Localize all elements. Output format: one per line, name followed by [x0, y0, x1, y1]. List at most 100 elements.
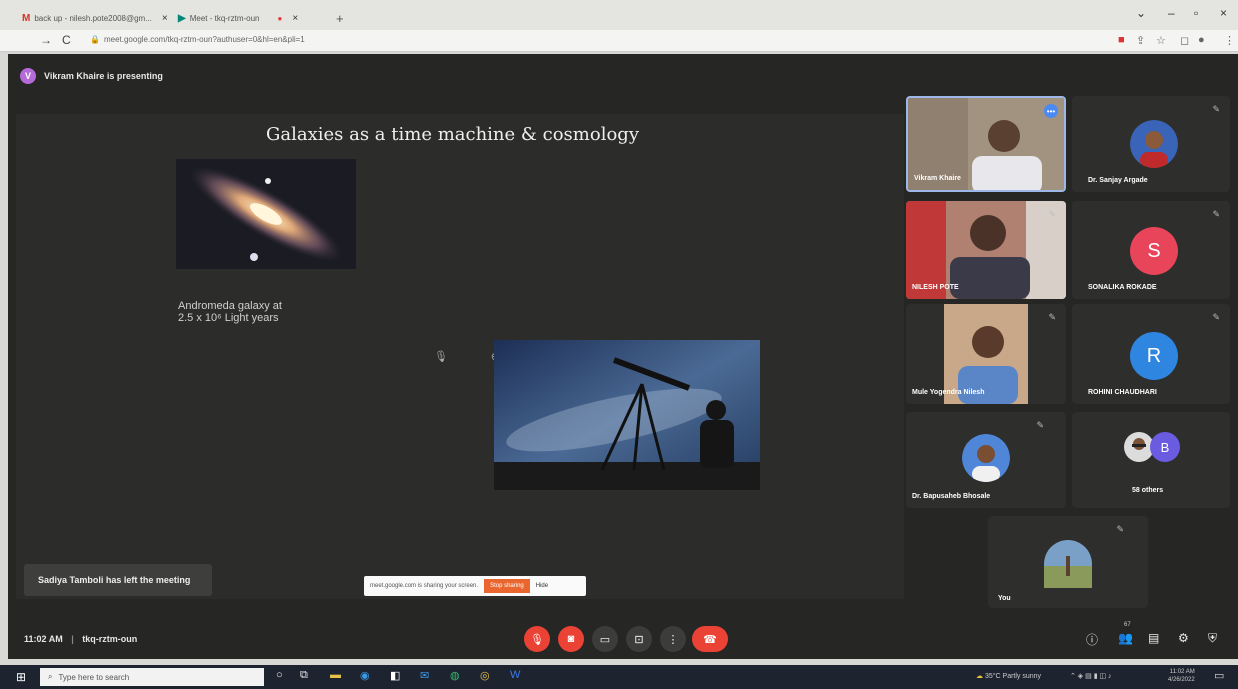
pin-icon[interactable]: ✎ — [1212, 312, 1220, 323]
host-controls-icon[interactable]: ⛨ — [1208, 631, 1217, 646]
participant-name: Vikram Khaire — [914, 175, 961, 182]
galaxy-caption: Andromeda galaxy at 2.5 x 10⁶ Light year… — [178, 300, 282, 324]
presenter-bar: V Vikram Khaire is presenting — [20, 68, 163, 84]
meet-icon: ▶ — [178, 12, 186, 24]
participant-tile-sanjay[interactable]: ✎ Dr. Sanjay Argade — [1072, 96, 1230, 192]
tab-layout-icon[interactable]: ◻ — [1180, 34, 1189, 47]
participant-name: ROHINI CHAUDHARI — [1088, 389, 1157, 396]
menu-icon[interactable]: ⋮ — [1224, 34, 1235, 47]
search-placeholder: Type here to search — [58, 672, 130, 682]
participant-name: Dr. Bapusaheb Bhosale — [912, 493, 991, 500]
present-now-button[interactable]: ⊡ — [626, 626, 652, 652]
participant-name: Mule Yogendra Nilesh — [912, 389, 985, 396]
close-tab-icon[interactable]: × — [162, 13, 168, 24]
camera-off-button[interactable]: ◙ — [558, 626, 584, 652]
minimize-icon[interactable]: – — [1168, 6, 1175, 20]
clock-date: 4/26/2022 — [1168, 677, 1195, 683]
meeting-details-icon[interactable]: ⓘ — [1086, 631, 1098, 648]
url-field[interactable]: 🔒 meet.google.com/tkq-rztm-oun?authuser=0… — [90, 35, 305, 44]
pin-icon[interactable]: ✎ — [1116, 524, 1124, 535]
weather-widget[interactable]: ☁ 35°C Partly sunny — [976, 672, 1041, 680]
participant-avatar — [1130, 120, 1178, 168]
pin-icon[interactable]: ✎ — [1036, 420, 1044, 431]
notifications-icon[interactable]: ▭ — [1214, 669, 1224, 682]
more-options-button[interactable]: ⋮ — [660, 626, 686, 652]
xbox-icon[interactable]: ◍ — [450, 669, 460, 682]
weather-text: 35°C Partly sunny — [984, 673, 1042, 680]
hide-button[interactable]: Hide — [536, 583, 548, 589]
new-tab-button[interactable]: + — [336, 8, 344, 28]
lock-icon: 🔒 — [90, 35, 100, 44]
participant-tile-vikram[interactable]: ••• Vikram Khaire — [906, 96, 1066, 192]
slide-title: Galaxies as a time machine & cosmology — [266, 124, 639, 145]
profile-avatar[interactable]: ● — [1198, 34, 1205, 46]
tab-gmail[interactable]: M back up - nilesh.pote2008@gm... × — [22, 8, 168, 28]
windows-taskbar: ⊞ ⌕ Type here to search ○ ⧉ ▬ ◉ ◧ ✉ ◍ ◎ … — [0, 665, 1238, 689]
people-icon[interactable]: 👥 — [1118, 631, 1133, 645]
store-icon[interactable]: ◧ — [390, 669, 400, 682]
file-explorer-icon[interactable]: ▬ — [330, 669, 341, 681]
maximize-icon[interactable]: ▫ — [1194, 6, 1198, 20]
edge-icon[interactable]: ◉ — [360, 669, 370, 682]
presenter-text: Vikram Khaire is presenting — [44, 71, 163, 81]
meet-stage: V Vikram Khaire is presenting Galaxies a… — [8, 54, 1238, 659]
taskbar-search-box[interactable]: ⌕ Type here to search — [40, 668, 264, 686]
participant-tile-nilesh[interactable]: ✎ NILESH POTE — [906, 201, 1066, 299]
pin-icon[interactable]: ✎ — [1212, 104, 1220, 115]
reload-icon[interactable]: C — [62, 33, 71, 47]
screen-share-notice: meet.google.com is sharing your screen. … — [364, 576, 586, 596]
camera-in-use-icon[interactable]: ■ — [1118, 34, 1125, 46]
participant-avatar — [1044, 540, 1092, 588]
meeting-code: tkq-rztm-oun — [82, 634, 138, 644]
share-icon[interactable]: ⇪ — [1136, 34, 1145, 47]
pin-icon[interactable]: ✎ — [1048, 209, 1056, 220]
sun-icon: ☁ — [976, 673, 983, 680]
tab-gmail-label: back up - nilesh.pote2008@gm... — [34, 13, 152, 23]
tab-meet[interactable]: ▶ Meet - tkq-rztm-oun ● × — [178, 8, 298, 28]
recording-dot-icon: ● — [277, 13, 283, 23]
windows-start-icon[interactable]: ⊞ — [16, 670, 26, 684]
star-icon[interactable]: ☆ — [1156, 34, 1166, 47]
participant-tile-rohini[interactable]: ✎ R ROHINI CHAUDHARI — [1072, 304, 1230, 404]
participant-avatar: S — [1130, 227, 1178, 275]
activities-icon[interactable]: ⚙ — [1178, 631, 1189, 645]
mail-icon[interactable]: ✉ — [420, 669, 429, 682]
participant-name: NILESH POTE — [912, 284, 959, 291]
presenter-avatar: V — [20, 68, 36, 84]
shared-screen: Galaxies as a time machine & cosmology A… — [16, 114, 904, 599]
close-window-icon[interactable]: × — [1220, 6, 1227, 20]
microphone-off-button[interactable]: 🎙 — [524, 626, 550, 652]
word-icon[interactable]: W — [510, 669, 520, 681]
participant-name: SONALIKA ROKADE — [1088, 284, 1157, 291]
captions-button[interactable]: ▭ — [592, 626, 618, 652]
stop-sharing-button[interactable]: Stop sharing — [484, 579, 530, 593]
system-clock[interactable]: 11:02 AM 4/26/2022 — [1168, 668, 1195, 684]
participant-avatar — [962, 434, 1010, 482]
close-tab-icon[interactable]: × — [292, 13, 298, 24]
mute-presenter-icon[interactable]: 🎙 — [434, 350, 448, 363]
participant-tile-sonalika[interactable]: ✎ S SONALIKA ROKADE — [1072, 201, 1230, 299]
cortana-icon[interactable]: ○ — [276, 669, 283, 681]
forward-icon[interactable]: → — [40, 33, 52, 47]
clock-time: 11:02 AM — [1169, 669, 1195, 675]
chrome-icon[interactable]: ◎ — [480, 669, 490, 682]
pin-icon[interactable]: ✎ — [1048, 312, 1056, 323]
gmail-icon: M — [22, 12, 31, 24]
search-icon: ⌕ — [48, 672, 53, 681]
task-view-icon[interactable]: ⧉ — [300, 669, 308, 682]
system-tray-icons[interactable]: ⌃ ◈ ▤ ▮ ◫ ♪ — [1070, 672, 1112, 680]
chat-icon[interactable]: ▤ — [1148, 631, 1159, 645]
participant-tile-bapusaheb[interactable]: ✎ Dr. Bapusaheb Bhosale — [906, 412, 1066, 508]
participant-avatar: R — [1130, 332, 1178, 380]
leave-call-button[interactable]: ☎ — [692, 626, 728, 652]
tab-search-icon[interactable]: ⌄ — [1136, 6, 1146, 20]
divider: | — [71, 634, 74, 644]
participant-tile-others[interactable]: B 58 others — [1072, 412, 1230, 508]
more-options-icon[interactable]: ••• — [1044, 104, 1058, 118]
pin-icon[interactable]: ✎ — [1212, 209, 1220, 220]
participant-name: You — [998, 595, 1011, 602]
participant-tile-you[interactable]: ✎ You — [988, 516, 1148, 608]
share-notice-text: meet.google.com is sharing your screen. — [370, 583, 479, 589]
caption-line-2: 2.5 x 10⁶ Light years — [178, 312, 279, 324]
participant-tile-mule[interactable]: ✎ Mule Yogendra Nilesh — [906, 304, 1066, 404]
